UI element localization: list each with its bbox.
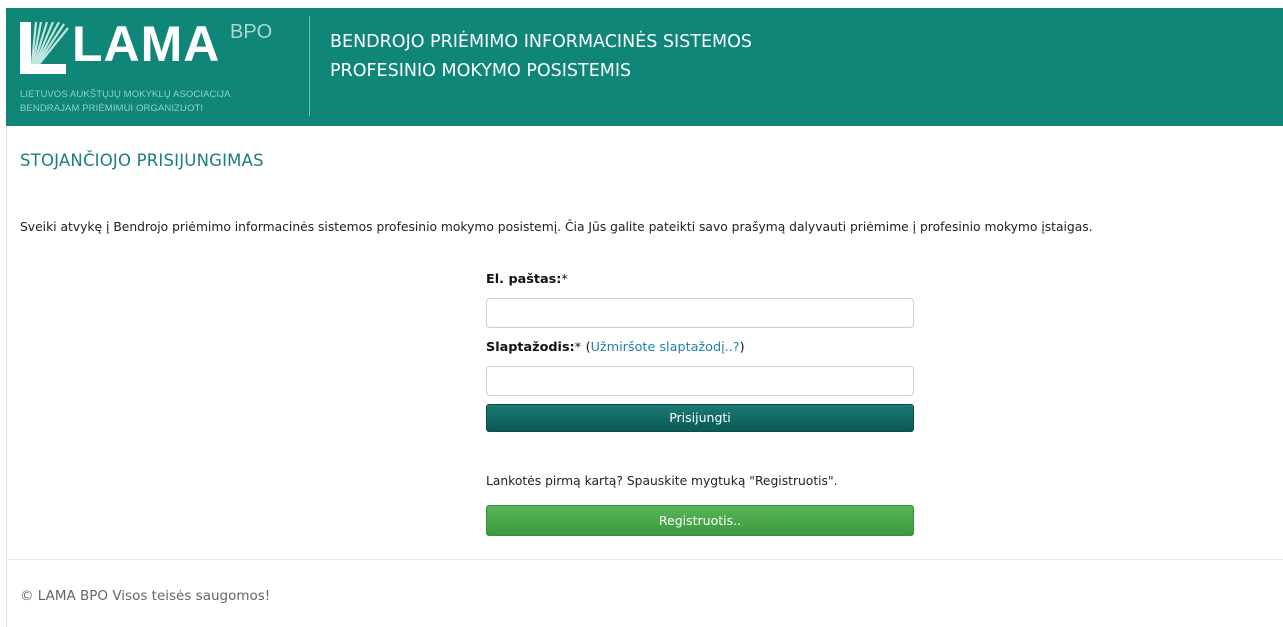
logo-mark-icon bbox=[20, 22, 69, 74]
page: LAMA BPO LIETUVOS AUKŠTŲJŲ MOKYKLŲ ASOCI… bbox=[0, 0, 1283, 627]
register-button[interactable]: Registruotis.. bbox=[486, 505, 914, 536]
footer-divider bbox=[6, 559, 1283, 560]
email-label-text: El. paštas: bbox=[486, 272, 562, 287]
system-title-line2: PROFESINIO MOKYMO POSISTEMIS bbox=[330, 61, 632, 81]
site-header: LAMA BPO LIETUVOS AUKŠTŲJŲ MOKYKLŲ ASOCI… bbox=[6, 8, 1283, 126]
password-required-mark: * bbox=[574, 340, 582, 355]
password-label-text: Slaptažodis: bbox=[486, 340, 575, 355]
logo-subtitle-line2: BENDRAJAM PRIĖMIMUI ORGANIZUOTI bbox=[20, 103, 204, 114]
system-title: BENDROJO PRIĖMIMO INFORMACINĖS SISTEMOS … bbox=[330, 28, 752, 86]
forgot-paren-close: ) bbox=[739, 340, 745, 355]
logo-subtitle: LIETUVOS AUKŠTŲJŲ MOKYKLŲ ASOCIACIJA BEN… bbox=[20, 88, 231, 116]
header-divider bbox=[309, 16, 310, 116]
logo-wordmark: LAMA bbox=[72, 16, 221, 72]
login-button[interactable]: Prisijungti bbox=[486, 404, 914, 432]
logo-superscript: BPO bbox=[230, 21, 273, 43]
system-title-line1: BENDROJO PRIĖMIMO INFORMACINĖS SISTEMOS bbox=[330, 32, 753, 52]
email-required-mark: * bbox=[561, 272, 568, 287]
email-input[interactable] bbox=[486, 298, 914, 328]
password-input[interactable] bbox=[486, 366, 914, 396]
email-label: El. paštas:* bbox=[486, 272, 568, 287]
footer-copyright: © LAMA BPO Visos teisės saugomos! bbox=[20, 588, 271, 604]
forgot-password: (Užmiršote slaptažodį..?) bbox=[586, 340, 745, 355]
password-label: Slaptažodis:* (Užmiršote slaptažodį..?) bbox=[486, 340, 745, 355]
register-note: Lankotės pirmą kartą? Spauskite mygtuką … bbox=[486, 474, 838, 488]
logo-subtitle-line1: LIETUVOS AUKŠTŲJŲ MOKYKLŲ ASOCIACIJA bbox=[20, 89, 231, 100]
welcome-text: Sveiki atvykę į Bendrojo priėmimo inform… bbox=[20, 220, 1093, 234]
lama-bpo-logo[interactable]: LAMA BPO LIETUVOS AUKŠTŲJŲ MOKYKLŲ ASOCI… bbox=[20, 16, 280, 126]
page-title: STOJANČIOJO PRISIJUNGIMAS bbox=[20, 151, 264, 170]
forgot-password-link[interactable]: Užmiršote slaptažodį..? bbox=[591, 340, 740, 355]
